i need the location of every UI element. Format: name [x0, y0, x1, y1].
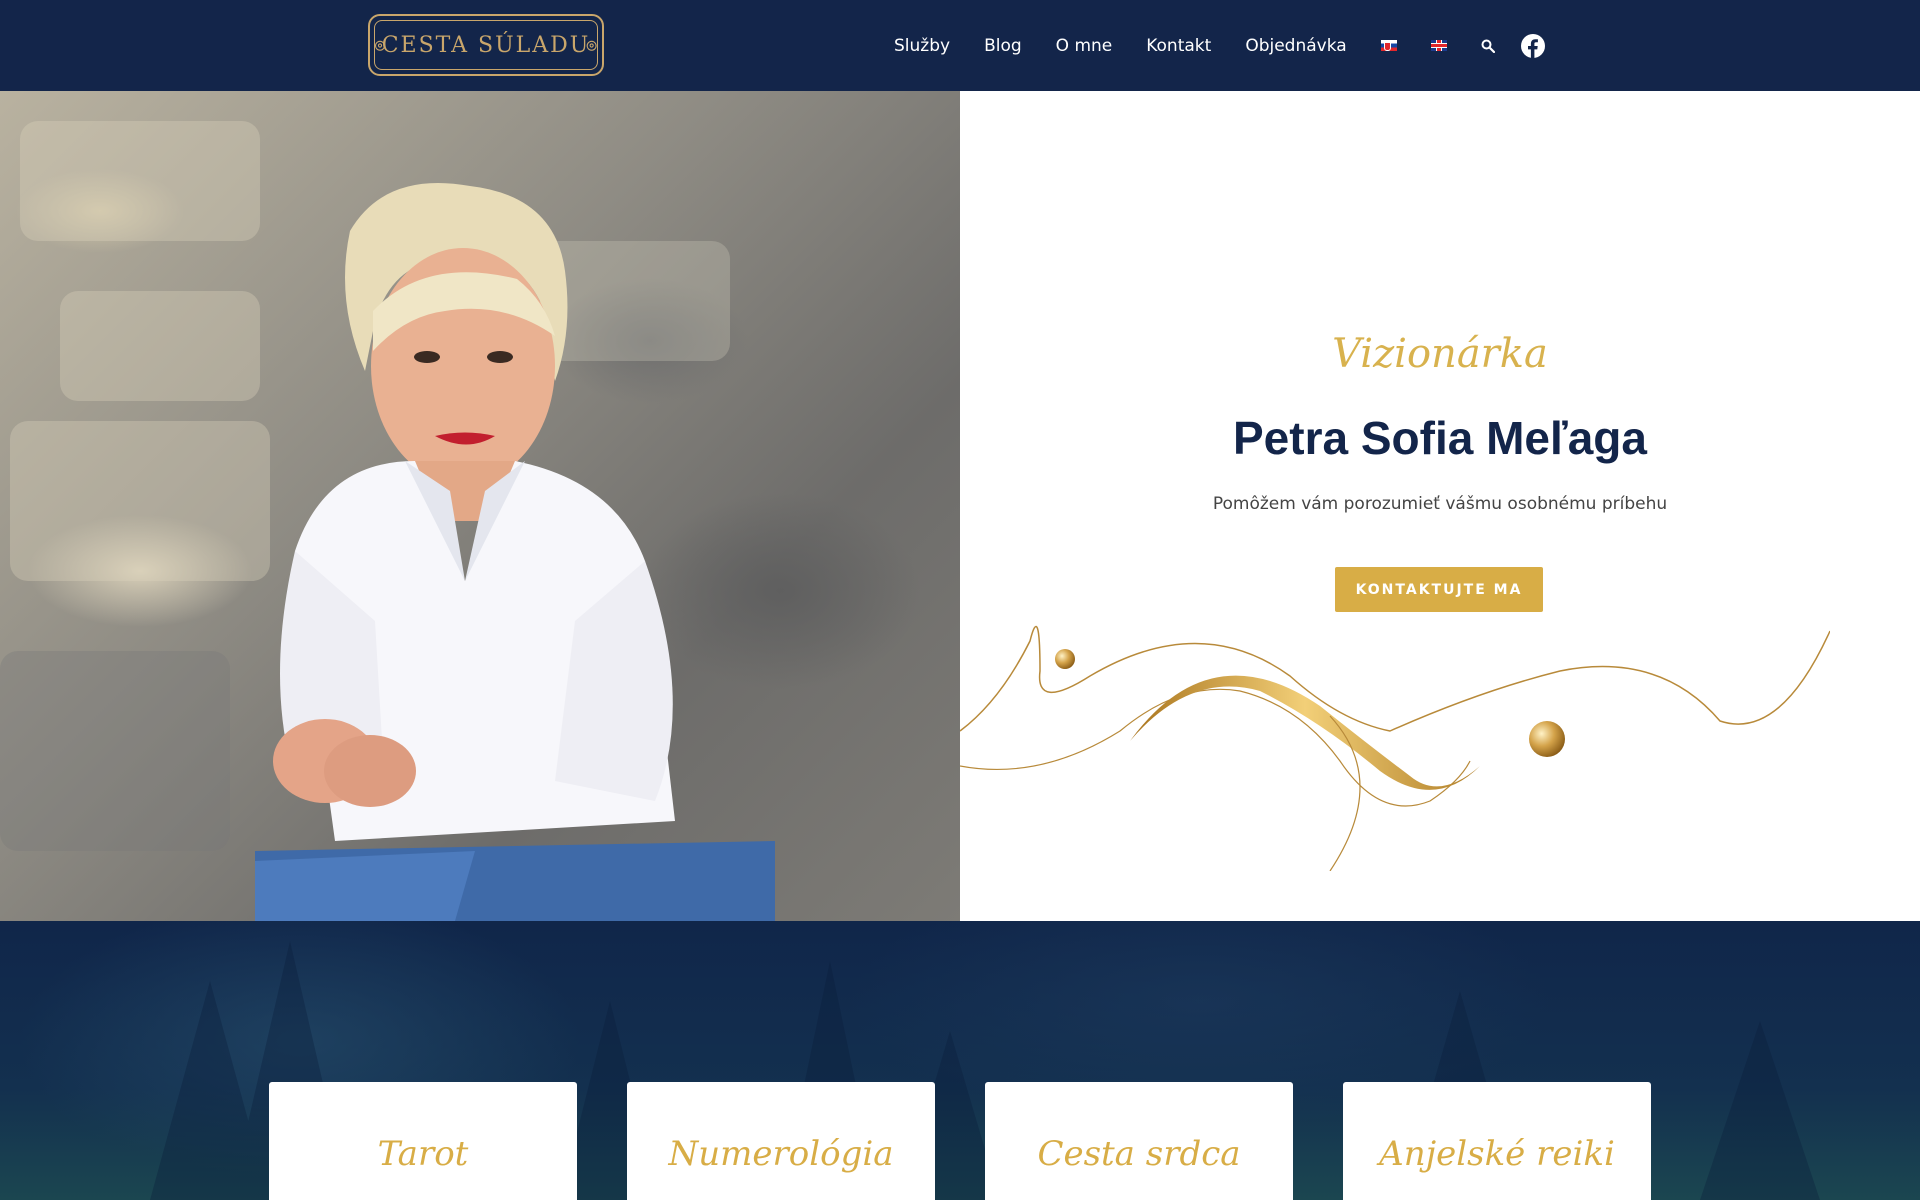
contact-button[interactable]: KONTAKTUJTE MA: [1335, 567, 1543, 612]
nav-item-kontakt[interactable]: Kontakt: [1146, 36, 1211, 56]
stone-block: [0, 651, 230, 851]
hero-photo: [0, 91, 960, 921]
service-card-title: Numerológia: [668, 1134, 894, 1174]
service-card-tarot[interactable]: Tarot: [269, 1082, 577, 1200]
stone-block: [20, 121, 260, 241]
nav-item-blog[interactable]: Blog: [984, 36, 1022, 56]
hero-content: Vizionárka Petra Sofia Meľaga Pomôžem vá…: [960, 91, 1920, 921]
gold-swirl-decoration: [960, 625, 1830, 871]
service-card-title: Anjelské reiki: [1379, 1134, 1615, 1174]
hero-subtitle: Pomôžem vám porozumieť vášmu osobnému pr…: [1212, 494, 1668, 514]
hero-title: Petra Sofia Meľaga: [1233, 412, 1647, 464]
service-card-title: Tarot: [377, 1134, 469, 1174]
stone-block: [60, 291, 260, 401]
hero-kicker: Vizionárka: [1332, 331, 1548, 377]
site-logo[interactable]: ၜ CESTA SÚLADU ၜ: [368, 14, 604, 76]
search-icon[interactable]: [1481, 39, 1495, 53]
portrait-figure: [255, 183, 775, 921]
service-card-cesta-srdca[interactable]: Cesta srdca: [985, 1082, 1293, 1200]
nav-item-o-mne[interactable]: O mne: [1056, 36, 1113, 56]
flag-sk-icon[interactable]: [1380, 40, 1397, 51]
site-header: ၜ CESTA SÚLADU ၜ Služby Blog O mne Konta…: [0, 0, 1920, 91]
service-card-numerologia[interactable]: Numerológia: [627, 1082, 935, 1200]
service-card-anjelske-reiki[interactable]: Anjelské reiki: [1343, 1082, 1651, 1200]
flag-gb-icon[interactable]: [1430, 40, 1447, 51]
main-nav: Služby Blog O mne Kontakt Objednávka: [894, 0, 1545, 91]
stone-block: [10, 421, 270, 581]
nav-item-objednavka[interactable]: Objednávka: [1245, 36, 1346, 56]
service-card-title: Cesta srdca: [1037, 1134, 1241, 1174]
logo-text: CESTA SÚLADU: [381, 32, 591, 58]
services-section: Tarot Numerológia Cesta srdca Anjelské r…: [0, 921, 1920, 1200]
facebook-icon[interactable]: [1520, 33, 1545, 58]
nav-item-sluzby[interactable]: Služby: [894, 36, 950, 56]
logo-swirl-right-icon: ၜ: [585, 31, 598, 57]
